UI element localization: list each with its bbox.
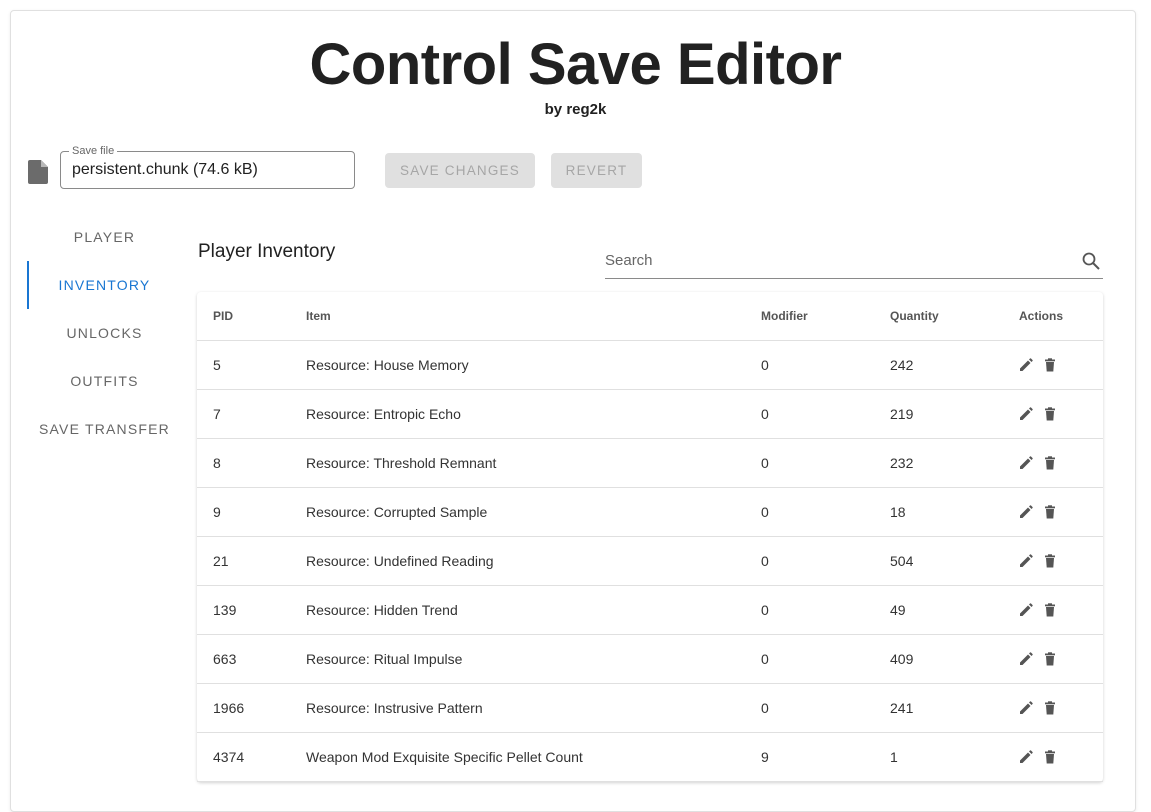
delete-icon[interactable]	[1043, 603, 1057, 617]
actions-cell	[1019, 684, 1067, 732]
delete-icon[interactable]	[1043, 456, 1057, 470]
column-header-quantity[interactable]: Quantity	[890, 292, 939, 340]
pid-cell: 663	[213, 651, 237, 667]
modifier-cell: 0	[761, 553, 769, 569]
quantity-cell: 1	[890, 749, 898, 765]
delete-icon[interactable]	[1043, 750, 1057, 764]
table-row: 7 Resource: Entropic Echo 0 219	[197, 390, 1103, 439]
table-row: 21 Resource: Undefined Reading 0 504	[197, 537, 1103, 586]
quantity-cell: 219	[890, 406, 914, 422]
edit-icon[interactable]	[1019, 456, 1033, 470]
item-cell: Resource: Entropic Echo	[306, 406, 461, 422]
page-subtitle: by reg2k	[544, 101, 607, 118]
modifier-cell: 0	[761, 406, 769, 422]
column-header-modifier[interactable]: Modifier	[761, 292, 808, 340]
pid-cell: 21	[213, 553, 229, 569]
tab-unlocks[interactable]: UNLOCKS	[27, 309, 182, 357]
table-row: 5 Resource: House Memory 0 242	[197, 341, 1103, 390]
edit-icon[interactable]	[1019, 701, 1033, 715]
quantity-cell: 504	[890, 553, 914, 569]
table-row: 8 Resource: Threshold Remnant 0 232	[197, 439, 1103, 488]
item-cell: Resource: Threshold Remnant	[306, 455, 497, 471]
column-header-item[interactable]: Item	[306, 292, 331, 340]
delete-icon[interactable]	[1043, 407, 1057, 421]
actions-cell	[1019, 439, 1067, 487]
pid-cell: 7	[213, 406, 221, 422]
pid-cell: 4374	[213, 749, 245, 765]
edit-icon[interactable]	[1019, 603, 1033, 617]
item-cell: Weapon Mod Exquisite Specific Pellet Cou…	[306, 749, 583, 765]
item-cell: Resource: Instrusive Pattern	[306, 700, 483, 716]
pid-cell: 139	[213, 602, 237, 618]
actions-cell	[1019, 733, 1067, 781]
section-title: Player Inventory	[198, 241, 336, 262]
edit-icon[interactable]	[1019, 652, 1033, 666]
actions-cell	[1019, 635, 1067, 683]
delete-icon[interactable]	[1043, 358, 1057, 372]
modifier-cell: 0	[761, 602, 769, 618]
revert-button[interactable]: REVERT	[551, 153, 642, 188]
search-icon[interactable]	[1081, 251, 1101, 271]
quantity-cell: 241	[890, 700, 914, 716]
edit-icon[interactable]	[1019, 358, 1033, 372]
tab-inventory[interactable]: INVENTORY	[27, 261, 182, 309]
item-cell: Resource: Undefined Reading	[306, 553, 494, 569]
pid-cell: 1966	[213, 700, 245, 716]
item-cell: Resource: Ritual Impulse	[306, 651, 463, 667]
modifier-cell: 9	[761, 749, 769, 765]
file-icon	[28, 160, 48, 184]
quantity-cell: 232	[890, 455, 914, 471]
inventory-table: PID Item Modifier Quantity Actions 5 Res…	[197, 292, 1103, 782]
table-row: 663 Resource: Ritual Impulse 0 409	[197, 635, 1103, 684]
tab-save-transfer[interactable]: SAVE TRANSFER	[27, 405, 182, 453]
quantity-cell: 18	[890, 504, 906, 520]
edit-icon[interactable]	[1019, 554, 1033, 568]
edit-icon[interactable]	[1019, 407, 1033, 421]
actions-cell	[1019, 390, 1067, 438]
save-file-value[interactable]: persistent.chunk (74.6 kB)	[72, 161, 258, 179]
save-changes-button[interactable]: SAVE CHANGES	[385, 153, 535, 188]
actions-cell	[1019, 586, 1067, 634]
item-cell: Resource: Corrupted Sample	[306, 504, 488, 520]
pid-cell: 5	[213, 357, 221, 373]
modifier-cell: 0	[761, 357, 769, 373]
quantity-cell: 49	[890, 602, 906, 618]
modifier-cell: 0	[761, 455, 769, 471]
column-header-actions: Actions	[1019, 309, 1064, 323]
table-row: 1966 Resource: Instrusive Pattern 0 241	[197, 684, 1103, 733]
tab-player[interactable]: PLAYER	[27, 213, 182, 261]
quantity-cell: 409	[890, 651, 914, 667]
table-row: 139 Resource: Hidden Trend 0 49	[197, 586, 1103, 635]
save-file-field[interactable]: Save file persistent.chunk (74.6 kB)	[60, 144, 355, 189]
table-header: PID Item Modifier Quantity Actions	[197, 292, 1103, 341]
modifier-cell: 0	[761, 651, 769, 667]
modifier-cell: 0	[761, 504, 769, 520]
item-cell: Resource: House Memory	[306, 357, 469, 373]
modifier-cell: 0	[761, 700, 769, 716]
edit-icon[interactable]	[1019, 505, 1033, 519]
search-input[interactable]: Search	[605, 246, 1103, 279]
delete-icon[interactable]	[1043, 554, 1057, 568]
tab-outfits[interactable]: OUTFITS	[27, 357, 182, 405]
save-file-label: Save file	[69, 144, 118, 158]
item-cell: Resource: Hidden Trend	[306, 602, 458, 618]
actions-cell	[1019, 341, 1067, 389]
page-title: Control Save Editor	[309, 32, 842, 97]
delete-icon[interactable]	[1043, 652, 1057, 666]
delete-icon[interactable]	[1043, 701, 1057, 715]
actions-cell	[1019, 537, 1067, 585]
delete-icon[interactable]	[1043, 505, 1057, 519]
quantity-cell: 242	[890, 357, 914, 373]
table-row: 9 Resource: Corrupted Sample 0 18	[197, 488, 1103, 537]
actions-cell	[1019, 488, 1067, 536]
pid-cell: 9	[213, 504, 221, 520]
pid-cell: 8	[213, 455, 221, 471]
search-placeholder: Search	[605, 252, 653, 269]
edit-icon[interactable]	[1019, 750, 1033, 764]
column-header-pid[interactable]: PID	[213, 292, 233, 340]
table-row: 4374 Weapon Mod Exquisite Specific Pelle…	[197, 733, 1103, 782]
